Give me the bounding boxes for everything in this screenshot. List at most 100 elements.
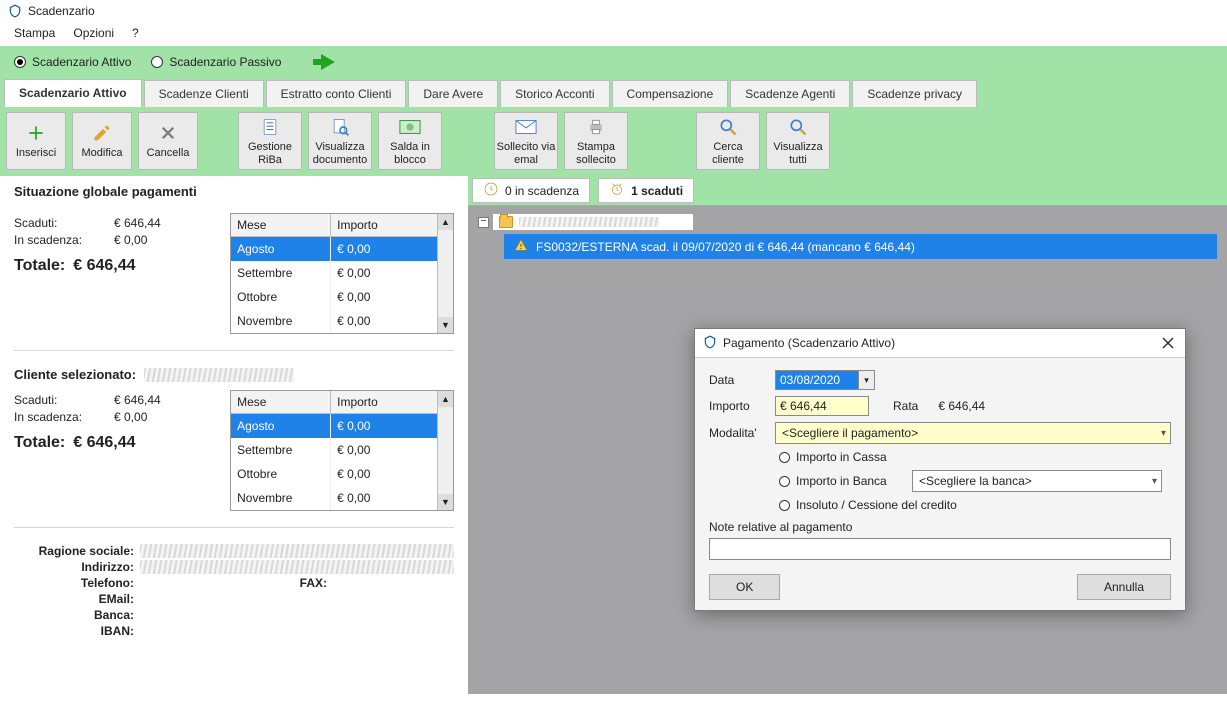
address-block: Ragione sociale: Indirizzo: Telefono: FA… [14, 544, 454, 638]
alarm-icon [609, 181, 625, 200]
telefono-label: Telefono: [14, 576, 134, 590]
modifica-button[interactable]: Modifica [72, 112, 132, 170]
dialog-close-button[interactable] [1159, 334, 1177, 352]
menu-opzioni[interactable]: Opzioni [73, 26, 114, 40]
importo-label: Importo [709, 399, 765, 413]
tabs-row: Scadenzario Attivo Scadenze Clienti Estr… [0, 78, 1227, 106]
cliente-name-redacted [144, 368, 294, 382]
global-th-importo[interactable]: Importo [331, 214, 453, 237]
search-icon [717, 116, 739, 138]
global-table[interactable]: Mese Importo Agosto€ 0,00 Settembre€ 0,0… [230, 213, 454, 334]
modalita-label: Modalita' [709, 426, 765, 440]
global-row[interactable]: Settembre€ 0,00 [231, 261, 453, 285]
cliente-row[interactable]: Agosto€ 0,00 [231, 414, 453, 438]
tree-item-scadenza[interactable]: FS0032/ESTERNA scad. il 09/07/2020 di € … [504, 234, 1217, 259]
inserisci-button[interactable]: Inserisci [6, 112, 66, 170]
window-title: Scadenzario [28, 4, 95, 18]
radio-insoluto[interactable]: Insoluto / Cessione del credito [779, 498, 1171, 512]
tree-collapse-icon[interactable]: − [478, 217, 489, 228]
chip-in-scadenza[interactable]: 0 in scadenza [472, 178, 590, 203]
importo-input[interactable]: € 646,44 [775, 396, 869, 416]
radio-scadenzario-passivo[interactable]: Scadenzario Passivo [151, 55, 281, 69]
menu-stampa[interactable]: Stampa [14, 26, 55, 40]
ragione-label: Ragione sociale: [14, 544, 134, 558]
radio-scadenzario-attivo[interactable]: Scadenzario Attivo [14, 55, 131, 69]
cliente-totale-label: Totale: [14, 434, 65, 452]
annulla-button[interactable]: Annulla [1077, 574, 1171, 600]
global-totale-value: € 646,44 [73, 257, 135, 275]
tab-scadenze-clienti[interactable]: Scadenze Clienti [144, 80, 264, 107]
radio-passivo-label: Scadenzario Passivo [169, 55, 281, 69]
sollecito-email-button[interactable]: Sollecito via emal [494, 112, 558, 170]
date-picker-button[interactable]: ▾ [859, 370, 875, 390]
dialog-icon [703, 335, 717, 352]
right-pane: 0 in scadenza 1 scaduti − FS0032/ESTERNA… [468, 176, 1227, 694]
cliente-row[interactable]: Settembre€ 0,00 [231, 438, 453, 462]
folder-icon [499, 216, 513, 228]
cliente-scaduti-value: € 646,44 [114, 393, 161, 407]
cliente-table-scrollbar[interactable]: ▲▼ [437, 391, 453, 510]
banca-label: Banca: [14, 608, 134, 622]
banca-value [140, 608, 454, 622]
global-table-scrollbar[interactable]: ▲▼ [437, 214, 453, 333]
note-input[interactable] [709, 538, 1171, 560]
gestione-riba-button[interactable]: Gestione RiBa [238, 112, 302, 170]
email-value [140, 592, 454, 606]
chip-scaduti[interactable]: 1 scaduti [598, 178, 694, 203]
cliente-th-importo[interactable]: Importo [331, 391, 453, 414]
cliente-table[interactable]: Mese Importo Agosto€ 0,00 Settembre€ 0,0… [230, 390, 454, 511]
chevron-down-icon: ▾ [1161, 428, 1166, 439]
cerca-cliente-button[interactable]: Cerca cliente [696, 112, 760, 170]
data-label: Data [709, 373, 765, 387]
ragione-value [140, 544, 454, 558]
tab-scadenzario-attivo[interactable]: Scadenzario Attivo [4, 79, 142, 107]
fax-value [333, 576, 454, 590]
toolbar: Inserisci Modifica Cancella Gestione RiB… [0, 106, 1227, 176]
tab-storico-acconti[interactable]: Storico Acconti [500, 80, 609, 107]
visualizza-documento-button[interactable]: Visualizza documento [308, 112, 372, 170]
radio-importo-banca[interactable]: Importo in Banca <Scegliere la banca> ▾ [779, 470, 1171, 492]
rata-value: € 646,44 [938, 399, 985, 413]
scroll-down-icon[interactable]: ▼ [438, 317, 453, 333]
scroll-down-icon[interactable]: ▼ [438, 494, 453, 510]
global-row[interactable]: Novembre€ 0,00 [231, 309, 453, 333]
tab-compensazione[interactable]: Compensazione [612, 80, 729, 107]
tab-dare-avere[interactable]: Dare Avere [408, 80, 498, 107]
stampa-sollecito-button[interactable]: Stampa sollecito [564, 112, 628, 170]
money-icon [399, 116, 421, 138]
tree-root[interactable] [493, 214, 693, 230]
global-scaduti-label: Scaduti: [14, 216, 106, 230]
dialog-title: Pagamento (Scadenzario Attivo) [723, 336, 895, 350]
cliente-th-mese[interactable]: Mese [231, 391, 331, 414]
tab-scadenze-agenti[interactable]: Scadenze Agenti [730, 80, 850, 107]
tab-estratto-conto[interactable]: Estratto conto Clienti [266, 80, 407, 107]
tab-scadenze-privacy[interactable]: Scadenze privacy [852, 80, 977, 107]
cancella-button[interactable]: Cancella [138, 112, 198, 170]
cliente-inscad-value: € 0,00 [114, 410, 147, 424]
global-row[interactable]: Agosto€ 0,00 [231, 237, 453, 261]
menu-help[interactable]: ? [132, 26, 139, 40]
tree-item-text: FS0032/ESTERNA scad. il 09/07/2020 di € … [536, 240, 915, 254]
ok-button[interactable]: OK [709, 574, 780, 600]
salda-in-blocco-button[interactable]: Salda in blocco [378, 112, 442, 170]
radio-importo-cassa[interactable]: Importo in Cassa [779, 450, 1171, 464]
scroll-up-icon[interactable]: ▲ [438, 391, 453, 407]
visualizza-tutti-button[interactable]: Visualizza tutti [766, 112, 830, 170]
global-title: Situazione globale pagamenti [14, 184, 454, 199]
global-row[interactable]: Ottobre€ 0,00 [231, 285, 453, 309]
tree-root-label [519, 217, 659, 227]
menubar: Stampa Opzioni ? [0, 22, 1227, 46]
banca-dropdown[interactable]: <Scegliere la banca> ▾ [912, 470, 1162, 492]
global-th-mese[interactable]: Mese [231, 214, 331, 237]
data-input[interactable]: 03/08/2020 [775, 370, 859, 390]
chevron-down-icon: ▾ [1152, 476, 1157, 487]
cliente-row[interactable]: Novembre€ 0,00 [231, 486, 453, 510]
global-scaduti-value: € 646,44 [114, 216, 161, 230]
email-label: EMail: [14, 592, 134, 606]
modalita-dropdown[interactable]: <Scegliere il pagamento> ▾ [775, 422, 1171, 444]
calendar-clock-icon [483, 181, 499, 200]
scroll-up-icon[interactable]: ▲ [438, 214, 453, 230]
cliente-row[interactable]: Ottobre€ 0,00 [231, 462, 453, 486]
search-all-icon [787, 116, 809, 138]
global-inscad-label: In scadenza: [14, 233, 106, 247]
